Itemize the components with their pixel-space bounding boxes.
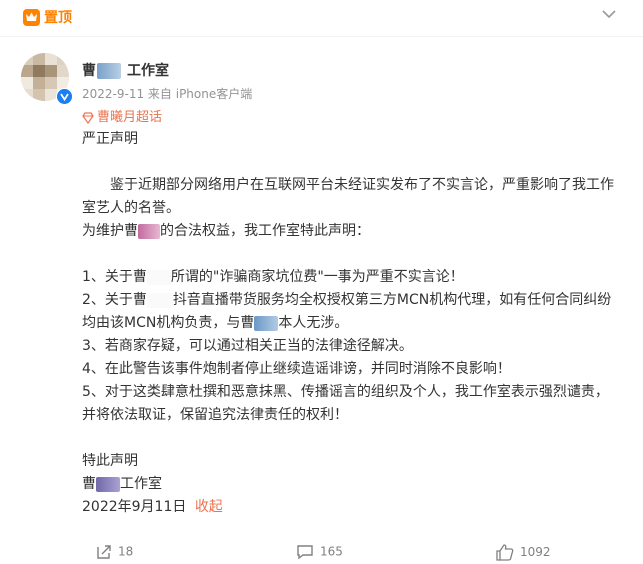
diamond-icon bbox=[82, 111, 94, 124]
topic-link[interactable]: 曹曦月超话 bbox=[82, 106, 162, 125]
comment-button[interactable]: 165 bbox=[296, 544, 343, 560]
paragraph-line: 鉴于近期部分网络用户在互联网平台未经证实发布了不实言论，严重影响了我工作 bbox=[110, 177, 614, 193]
text-span: 曹 bbox=[82, 476, 96, 492]
topic-label: 曹曦月超话 bbox=[97, 110, 163, 125]
like-button[interactable]: 1092 bbox=[496, 544, 551, 561]
paragraph-line: 室艺人的名誉。 bbox=[82, 200, 180, 216]
text-span: 2、关于曹 bbox=[82, 292, 147, 308]
text-span: 抖音直播带货服务均全权授权第三方MCN机构代理，如有任何合同纠纷 bbox=[172, 292, 612, 308]
statement-item: 均由该MCN机构负责，与曹 本人无涉。 bbox=[82, 312, 622, 335]
comment-icon bbox=[297, 545, 313, 560]
statement-item: 并将依法取证，保留追究法律责任的权利！ bbox=[82, 407, 348, 423]
thumbs-up-icon bbox=[496, 544, 514, 561]
post-meta: 2022-9-11 来自 iPhone客户端 bbox=[82, 87, 253, 101]
repost-button[interactable]: 18 bbox=[96, 544, 133, 560]
post-date: 2022年9月11日 bbox=[82, 499, 187, 515]
like-count: 1092 bbox=[520, 545, 551, 559]
collapse-link[interactable]: 收起 bbox=[195, 499, 223, 515]
post-content: 严正声明 鉴于近期部分网络用户在互联网平台未经证实发布了不实言论，严重影响了我工… bbox=[82, 128, 622, 519]
text-span: 所谓的"诈骗商家坑位费"一事为严重不实言论！ bbox=[170, 269, 464, 285]
chevron-down-icon[interactable] bbox=[601, 6, 617, 22]
text-span: 本人无涉。 bbox=[278, 315, 349, 331]
text-span: 的合法权益，我工作室特此声明： bbox=[160, 223, 370, 239]
statement-item: 5、对于这类肆意杜撰和恶意抹黑、传播谣言的组织及个人，我工作室表示强烈谴责， bbox=[82, 384, 609, 400]
statement-item: 4、在此警告该事件炮制者停止继续造谣诽谤，并同时消除不良影响！ bbox=[82, 361, 511, 377]
author-name[interactable]: 曹 工作室 bbox=[82, 60, 169, 80]
verified-badge-icon bbox=[56, 88, 73, 105]
text-span: 工作室 bbox=[120, 476, 162, 492]
divider bbox=[0, 36, 643, 37]
repost-icon bbox=[97, 545, 111, 559]
crown-icon bbox=[23, 9, 40, 26]
top-bar: 置顶 bbox=[0, 0, 643, 36]
statement-item: 3、若商家存疑，可以通过相关正当的法律途径解决。 bbox=[82, 338, 413, 354]
redacted-blur bbox=[96, 476, 120, 492]
redacted-blur bbox=[254, 315, 279, 331]
repost-count: 18 bbox=[118, 544, 134, 559]
author-name-prefix: 曹 bbox=[82, 63, 96, 79]
text-span: 为维护曹 bbox=[82, 223, 138, 239]
redacted-blur bbox=[146, 292, 173, 308]
statement-item: 1、关于曹 所谓的"诈骗商家坑位费"一事为严重不实言论！ bbox=[82, 266, 622, 289]
text-span: 1、关于曹 bbox=[82, 269, 147, 285]
comment-count: 165 bbox=[320, 544, 343, 559]
closing-text: 特此声明 bbox=[82, 453, 138, 469]
text-span: 均由该MCN机构负责，与曹 bbox=[82, 315, 255, 331]
author-name-suffix: 工作室 bbox=[127, 63, 169, 79]
action-bar: 18 165 1092 bbox=[0, 538, 643, 564]
date-line: 2022年9月11日 收起 bbox=[82, 496, 622, 519]
post-title: 严正声明 bbox=[82, 131, 138, 147]
redacted-blur bbox=[138, 223, 160, 239]
signature: 曹 工作室 bbox=[82, 473, 622, 496]
redacted-blur bbox=[146, 269, 171, 285]
paragraph-line: 为维护曹 的合法权益，我工作室特此声明： bbox=[82, 220, 622, 243]
pinned-label: 置顶 bbox=[44, 10, 72, 26]
statement-item: 2、关于曹 抖音直播带货服务均全权授权第三方MCN机构代理，如有任何合同纠纷 bbox=[82, 289, 622, 312]
redacted-blur bbox=[97, 63, 121, 79]
